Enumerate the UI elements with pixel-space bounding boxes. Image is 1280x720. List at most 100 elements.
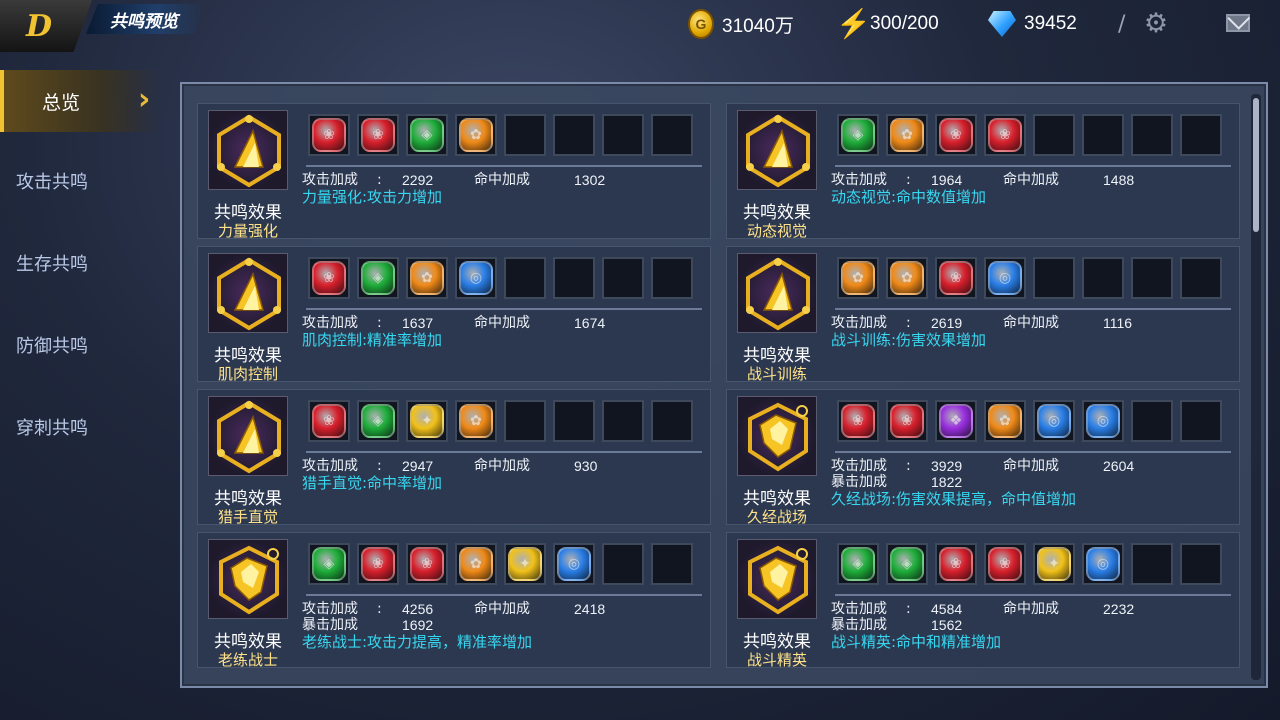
gem-slot[interactable]: ❀ — [357, 543, 399, 585]
resonance-card[interactable]: 共鸣效果 肌肉控制 ❀ ◈ ✿ ◎ 攻击加成 : 1637 命中加成 1674 肌肉控… — [197, 246, 711, 383]
gem-slot[interactable]: ❀ — [308, 257, 350, 299]
gem-slot[interactable]: ✦ — [504, 543, 546, 585]
empty-gem-slot[interactable] — [504, 400, 546, 442]
diamond-value: 39452 — [1024, 13, 1077, 34]
attack-value: 2619 — [931, 315, 963, 331]
scrollbar-thumb[interactable] — [1253, 98, 1259, 232]
gem-slot[interactable]: ✿ — [984, 400, 1026, 442]
gem-slot[interactable]: ◈ — [837, 114, 879, 156]
diamond-counter[interactable]: 39452 — [988, 8, 1077, 40]
empty-gem-slot[interactable] — [651, 257, 693, 299]
sidebar-item-survival[interactable]: 生存共鸣 — [16, 250, 88, 276]
empty-gem-slot[interactable] — [1131, 543, 1173, 585]
empty-gem-slot[interactable] — [602, 543, 644, 585]
gem-slot[interactable]: ✦ — [1033, 543, 1075, 585]
blue-gem-icon: ◎ — [1037, 404, 1071, 438]
gem-slot[interactable]: ✿ — [455, 543, 497, 585]
empty-gem-slot[interactable] — [602, 400, 644, 442]
blue-gem-icon: ◎ — [1086, 547, 1120, 581]
gem-slot[interactable]: ❀ — [357, 114, 399, 156]
gem-slot[interactable]: ❀ — [935, 543, 977, 585]
gem-slot[interactable]: ◎ — [984, 257, 1026, 299]
gem-slot[interactable]: ✦ — [406, 400, 448, 442]
empty-gem-slot[interactable] — [1082, 114, 1124, 156]
blue-gem-icon: ◎ — [1086, 404, 1120, 438]
gem-slot[interactable]: ❀ — [406, 543, 448, 585]
gem-slot[interactable]: ◎ — [1082, 400, 1124, 442]
empty-gem-slot[interactable] — [1180, 543, 1222, 585]
yellow-gem-icon: ✦ — [508, 547, 542, 581]
gem-slot[interactable]: ✿ — [837, 257, 879, 299]
sidebar-item-pierce[interactable]: 穿刺共鸣 — [16, 414, 88, 440]
gem-slot[interactable]: ❀ — [837, 400, 879, 442]
red-gem-icon: ❀ — [312, 261, 346, 295]
red-gem-icon: ❀ — [939, 261, 973, 295]
gem-slot[interactable]: ✿ — [455, 400, 497, 442]
sidebar-item-defense[interactable]: 防御共鸣 — [16, 332, 88, 358]
resonance-card[interactable]: 共鸣效果 久经战场 ❀ ❀ ❖ ✿ ◎ ◎ 攻击加成 : 3929 命中加成 2604 暴… — [726, 389, 1240, 526]
gear-icon[interactable]: ⚙ — [1142, 10, 1170, 38]
sidebar-item-overview[interactable]: 总览 › — [0, 70, 160, 132]
hit-label: 命中加成 — [474, 601, 530, 617]
empty-gem-slot[interactable] — [504, 257, 546, 299]
gem-slot[interactable]: ❀ — [935, 257, 977, 299]
empty-gem-slot[interactable] — [1180, 400, 1222, 442]
resonance-card[interactable]: 共鸣效果 猎手直觉 ❀ ◈ ✦ ✿ 攻击加成 : 2947 命中加成 930 猎手直觉… — [197, 389, 711, 526]
resonance-card[interactable]: 共鸣效果 力量强化 ❀ ❀ ◈ ✿ 攻击加成 : 2292 命中加成 1302 力量强… — [197, 103, 711, 240]
resonance-triangle-emblem-icon — [737, 253, 817, 333]
attack-value: 2947 — [402, 458, 434, 474]
gem-slot[interactable]: ❀ — [308, 114, 350, 156]
gem-slot[interactable]: ❖ — [935, 400, 977, 442]
gem-slot[interactable]: ◈ — [837, 543, 879, 585]
attack-label: 攻击加成 — [302, 315, 358, 331]
hit-label: 命中加成 — [1003, 458, 1059, 474]
empty-gem-slot[interactable] — [1180, 114, 1222, 156]
empty-gem-slot[interactable] — [651, 114, 693, 156]
gem-slot[interactable]: ❀ — [984, 114, 1026, 156]
empty-gem-slot[interactable] — [553, 400, 595, 442]
resonance-card[interactable]: 共鸣效果 战斗训练 ✿ ✿ ❀ ◎ 攻击加成 : 2619 命中加成 1116 战斗训… — [726, 246, 1240, 383]
gem-slot[interactable]: ✿ — [455, 114, 497, 156]
empty-gem-slot[interactable] — [1131, 400, 1173, 442]
effect-description: 老练战士:攻击力提高，精准率增加 — [302, 633, 533, 651]
empty-gem-slot[interactable] — [602, 114, 644, 156]
gem-slot[interactable]: ◈ — [357, 400, 399, 442]
empty-gem-slot[interactable] — [651, 400, 693, 442]
gem-slot[interactable]: ◈ — [308, 543, 350, 585]
gem-slot[interactable]: ◎ — [553, 543, 595, 585]
resonance-card[interactable]: 共鸣效果 动态视觉 ◈ ✿ ❀ ❀ 攻击加成 : 1964 命中加成 1488 动态视… — [726, 103, 1240, 240]
mail-icon[interactable] — [1226, 14, 1250, 32]
crit-value: 1692 — [402, 617, 434, 633]
gem-slot[interactable]: ❀ — [984, 543, 1026, 585]
stamina-counter[interactable]: ⚡ 300/200 — [836, 8, 939, 40]
gold-counter[interactable]: G 31040万 — [688, 8, 794, 40]
empty-gem-slot[interactable] — [553, 257, 595, 299]
gem-slot[interactable]: ✿ — [406, 257, 448, 299]
hit-label: 命中加成 — [474, 172, 530, 188]
empty-gem-slot[interactable] — [651, 543, 693, 585]
empty-gem-slot[interactable] — [1082, 257, 1124, 299]
gem-slot[interactable]: ✿ — [886, 257, 928, 299]
gem-slot[interactable]: ◈ — [406, 114, 448, 156]
empty-gem-slot[interactable] — [1131, 114, 1173, 156]
empty-gem-slot[interactable] — [504, 114, 546, 156]
game-logo[interactable]: D — [0, 0, 92, 52]
empty-gem-slot[interactable] — [1033, 257, 1075, 299]
gem-slot[interactable]: ◎ — [1082, 543, 1124, 585]
gem-slot[interactable]: ❀ — [308, 400, 350, 442]
resonance-card[interactable]: 共鸣效果 老练战士 ◈ ❀ ❀ ✿ ✦ ◎ 攻击加成 : 4256 命中加成 2418 暴… — [197, 532, 711, 669]
gem-slot[interactable]: ❀ — [886, 400, 928, 442]
gem-slot[interactable]: ◈ — [886, 543, 928, 585]
empty-gem-slot[interactable] — [602, 257, 644, 299]
empty-gem-slot[interactable] — [1180, 257, 1222, 299]
empty-gem-slot[interactable] — [1033, 114, 1075, 156]
gem-slot[interactable]: ◎ — [455, 257, 497, 299]
gem-slot[interactable]: ◈ — [357, 257, 399, 299]
empty-gem-slot[interactable] — [553, 114, 595, 156]
resonance-card[interactable]: 共鸣效果 战斗精英 ◈ ◈ ❀ ❀ ✦ ◎ 攻击加成 : 4584 命中加成 2232 暴… — [726, 532, 1240, 669]
gem-slot[interactable]: ✿ — [886, 114, 928, 156]
sidebar-item-attack[interactable]: 攻击共鸣 — [16, 168, 88, 194]
empty-gem-slot[interactable] — [1131, 257, 1173, 299]
gem-slot[interactable]: ❀ — [935, 114, 977, 156]
gem-slot[interactable]: ◎ — [1033, 400, 1075, 442]
